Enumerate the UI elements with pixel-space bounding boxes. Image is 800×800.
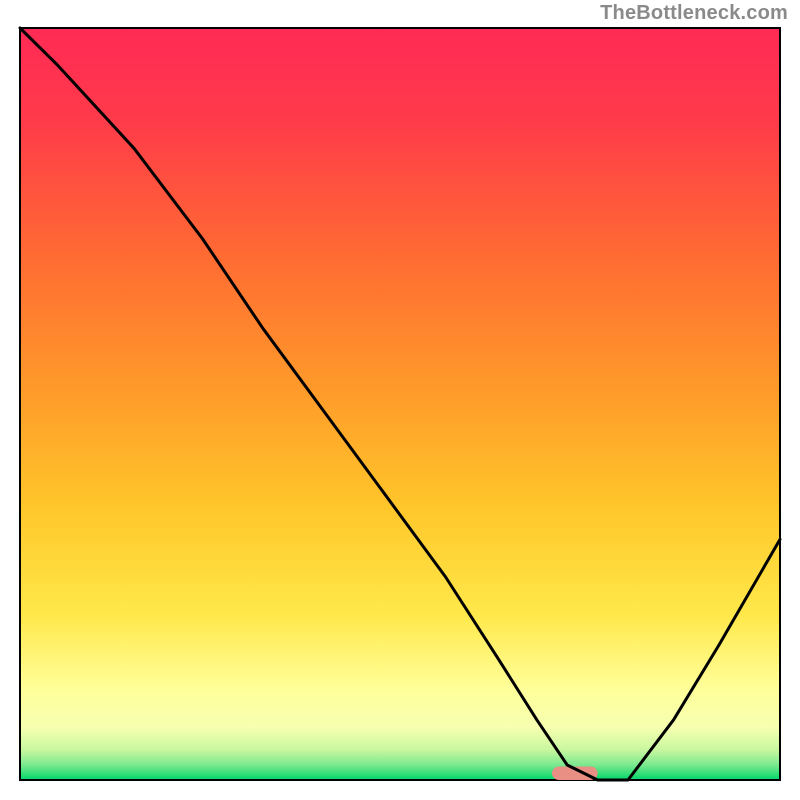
chart-stage: TheBottleneck.com	[0, 0, 800, 800]
watermark-text: TheBottleneck.com	[600, 2, 788, 25]
plot-area	[20, 28, 780, 780]
chart-svg	[0, 0, 800, 800]
